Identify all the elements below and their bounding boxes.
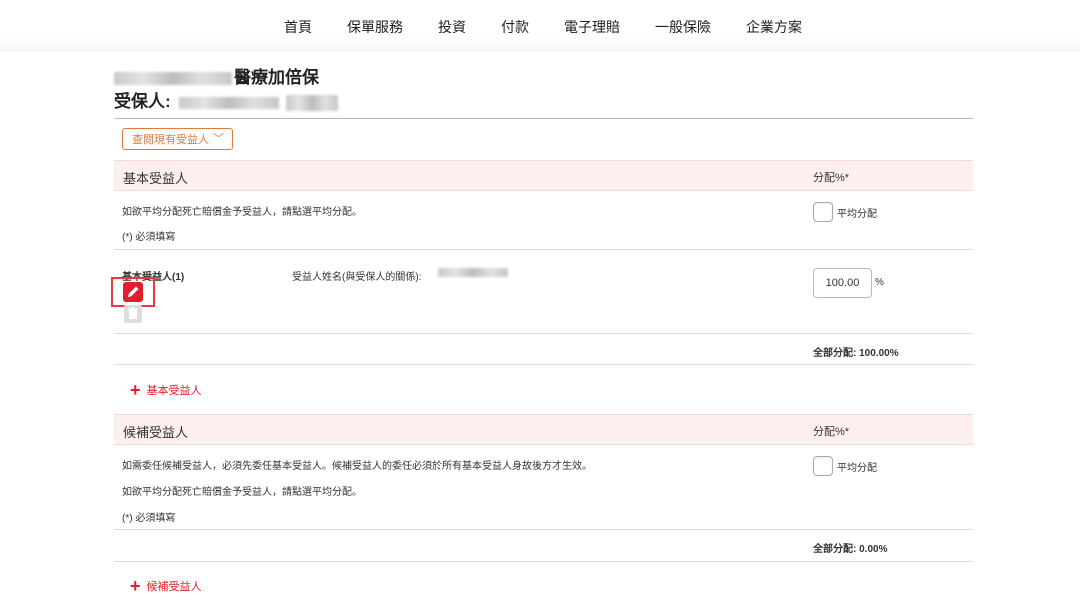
nav-investment[interactable]: 投資 <box>438 17 466 37</box>
trash-icon <box>128 307 138 319</box>
view-beneficiaries-dropdown[interactable]: 查閱現有受益人 ﹀ <box>122 128 233 150</box>
nav-corporate-solutions[interactable]: 企業方案 <box>746 17 802 37</box>
chevron-down-icon: ﹀ <box>213 133 224 145</box>
delete-beneficiary-button[interactable] <box>124 305 142 323</box>
nav-payment[interactable]: 付款 <box>501 17 529 37</box>
contingent-note-2: 如欲平均分配死亡賠償金予受益人，請點選平均分配。 <box>122 487 362 498</box>
nav-general-insurance[interactable]: 一般保險 <box>655 17 711 37</box>
plus-icon: + <box>130 380 141 400</box>
basic-total-divider <box>114 333 973 334</box>
dropdown-label: 查閱現有受益人 <box>132 134 209 146</box>
add-basic-label: 基本受益人 <box>146 385 202 397</box>
contingent-total-divider-2 <box>114 561 973 562</box>
beneficiary-name-label: 受益人姓名(與受保人的關係): <box>292 272 422 283</box>
basic-total-divider-2 <box>114 364 973 365</box>
percent-sign: % <box>875 277 884 288</box>
basic-percentage-input[interactable]: 100.00 <box>813 268 872 298</box>
redacted-plan-prefix <box>114 72 232 86</box>
nav-e-claims[interactable]: 電子理賠 <box>564 17 620 37</box>
contingent-beneficiary-header: 候補受益人 分配%* <box>114 414 973 445</box>
nav-policy-services[interactable]: 保單服務 <box>347 17 403 37</box>
edit-beneficiary-button[interactable] <box>123 282 143 302</box>
contingent-total-allocation: 全部分配: 0.00% <box>813 544 888 555</box>
add-contingent-beneficiary-link[interactable]: + 候補受益人 <box>130 576 202 597</box>
basic-equal-note: 如欲平均分配死亡賠償金予受益人，請點選平均分配。 <box>122 207 362 218</box>
contingent-pct-label: 分配%* <box>813 426 850 438</box>
contingent-section-title: 候補受益人 <box>123 425 189 440</box>
plus-icon: + <box>130 576 141 596</box>
basic-pct-label: 分配%* <box>813 172 850 184</box>
contingent-equal-checkbox[interactable] <box>813 456 833 476</box>
basic-beneficiary-header: 基本受益人 分配%* <box>114 160 973 191</box>
contingent-required-note: (*) 必須填寫 <box>122 513 176 524</box>
contingent-equal-label: 平均分配 <box>837 463 877 474</box>
basic-total-allocation: 全部分配: 100.00% <box>813 348 899 359</box>
insured-line: 受保人: <box>114 87 339 112</box>
plan-title: 醫療加倍保 <box>114 63 319 88</box>
redacted-insured-name <box>179 96 280 109</box>
basic-row-divider <box>114 249 973 250</box>
basic-equal-checkbox[interactable] <box>813 202 833 222</box>
top-navigation: 首頁 保單服務 投資 付款 電子理賠 一般保險 企業方案 <box>0 0 1080 52</box>
insured-label: 受保人: <box>114 92 171 111</box>
pencil-icon <box>128 286 139 297</box>
add-contingent-label: 候補受益人 <box>146 581 202 593</box>
header-divider <box>114 118 973 119</box>
basic-equal-label: 平均分配 <box>837 209 877 220</box>
add-basic-beneficiary-link[interactable]: + 基本受益人 <box>130 380 202 401</box>
contingent-note-1: 如需委任候補受益人，必須先委任基本受益人。候補受益人的委任必須於所有基本受益人身… <box>122 461 592 472</box>
basic-section-title: 基本受益人 <box>123 171 189 186</box>
redacted-beneficiary-name <box>438 268 508 277</box>
redacted-insured-name-2 <box>286 94 339 111</box>
contingent-total-divider <box>114 529 973 530</box>
plan-name: 醫療加倍保 <box>234 68 319 87</box>
nav-home[interactable]: 首頁 <box>284 17 312 37</box>
basic-required-note: (*) 必須填寫 <box>122 232 176 243</box>
